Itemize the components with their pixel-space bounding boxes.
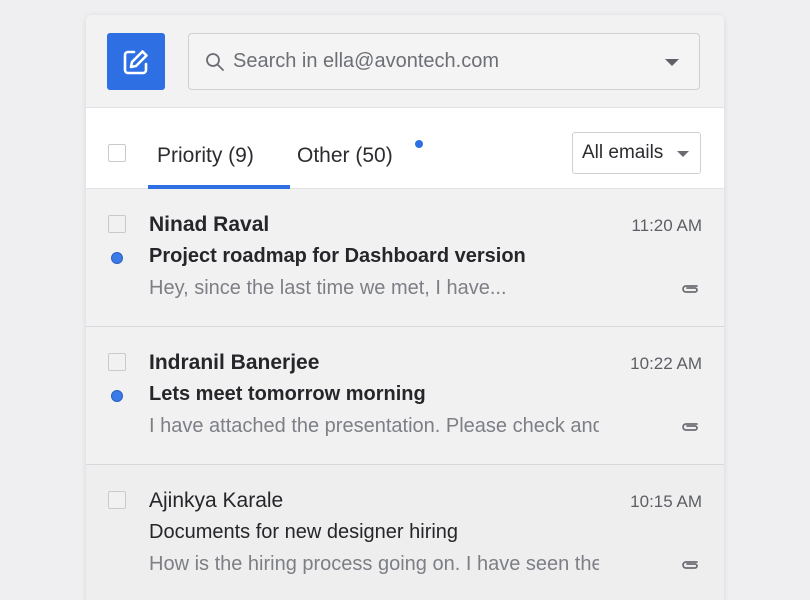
- email-checkbox[interactable]: [108, 215, 126, 233]
- new-mail-indicator: [415, 140, 423, 148]
- compose-button[interactable]: [107, 33, 165, 90]
- compose-icon: [123, 49, 148, 74]
- toolbar: [86, 15, 724, 107]
- paperclip-icon: [682, 423, 698, 431]
- email-row[interactable]: Ajinkya Karale 10:15 AM Documents for ne…: [86, 465, 724, 600]
- select-all-checkbox[interactable]: [108, 144, 126, 162]
- tab-other[interactable]: Other (50): [297, 144, 393, 168]
- search-box[interactable]: [188, 33, 700, 90]
- email-preview: Hey, since the last time we met, I have.…: [149, 277, 507, 299]
- email-subject: Project roadmap for Dashboard version: [149, 245, 526, 267]
- chevron-down-icon: [677, 151, 689, 157]
- tab-bar: Priority (9) Other (50) All emails: [86, 107, 724, 189]
- search-icon: [205, 52, 225, 72]
- paperclip-icon: [682, 561, 698, 569]
- paperclip-icon: [682, 285, 698, 293]
- email-subject: Lets meet tomorrow morning: [149, 383, 426, 405]
- email-checkbox[interactable]: [108, 491, 126, 509]
- email-sender: Ajinkya Karale: [149, 489, 284, 512]
- tab-priority[interactable]: Priority (9): [157, 144, 254, 168]
- unread-indicator: [111, 252, 123, 264]
- email-time: 11:20 AM: [631, 216, 702, 235]
- email-checkbox[interactable]: [108, 353, 126, 371]
- unread-indicator: [111, 390, 123, 402]
- email-filter-select[interactable]: All emails: [572, 132, 701, 174]
- email-filter-label: All emails: [582, 142, 664, 163]
- mail-panel: Priority (9) Other (50) All emails Ninad…: [86, 15, 724, 600]
- search-options-dropdown-icon[interactable]: [665, 59, 679, 66]
- email-sender: Indranil Banerjee: [149, 351, 320, 374]
- email-preview: I have attached the presentation. Please…: [149, 415, 599, 437]
- email-row[interactable]: Ninad Raval 11:20 AM Project roadmap for…: [86, 189, 724, 327]
- email-subject: Documents for new designer hiring: [149, 521, 459, 543]
- search-input[interactable]: [233, 50, 653, 73]
- email-preview: How is the hiring process going on. I ha…: [149, 553, 599, 575]
- email-sender: Ninad Raval: [149, 213, 270, 236]
- email-time: 10:15 AM: [630, 492, 702, 511]
- email-row[interactable]: Indranil Banerjee 10:22 AM Lets meet tom…: [86, 327, 724, 465]
- email-time: 10:22 AM: [630, 354, 702, 373]
